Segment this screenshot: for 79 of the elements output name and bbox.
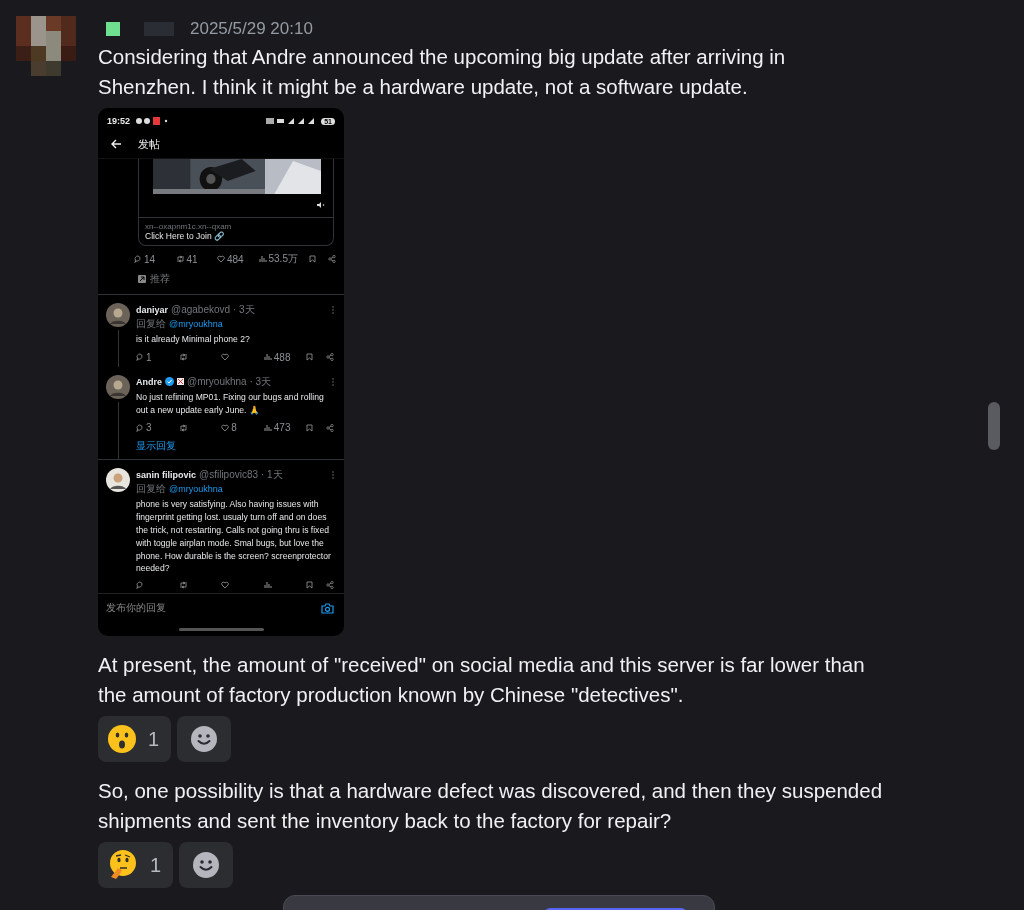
share-icon[interactable]: [325, 581, 334, 590]
add-reaction-button[interactable]: [177, 716, 232, 762]
stat-count: 53.5万: [268, 252, 298, 266]
author-name[interactable]: sanin filipovic: [136, 470, 196, 481]
bookmark-icon[interactable]: [306, 423, 314, 432]
page-title: 发帖: [138, 136, 160, 152]
tweet-text: phone is very satisfying. Also having issues with fingerprint getting lost. usualy turn off and on does the trick, not restarting. Calls not going thru is fixed with toggle airplan mode. Smal bugs, but love the phone. How durable is the screen? screenprotector needed?: [136, 498, 332, 576]
stat-count: 488: [273, 351, 291, 363]
message-text: At present, the amount of "received" on social media and this server is far lower than the amount of factory production known by Chinese "detectives".: [98, 652, 866, 708]
heart-icon[interactable]: [221, 581, 230, 590]
tweet-text: No just refining MP01. Fixing our bugs and rolling out a new update early June. 🙏: [136, 390, 325, 417]
show-replies-link[interactable]: 显示回复: [136, 437, 334, 460]
reply-to-label: 回复给: [136, 317, 166, 331]
retweet-icon[interactable]: [178, 423, 188, 432]
author-handle: @mryoukhna · 3天: [187, 374, 272, 389]
reply-icon[interactable]: [136, 581, 144, 590]
retweet-icon[interactable]: [178, 581, 188, 590]
mention-link[interactable]: @mryoukhna: [169, 484, 223, 495]
thinking-emoji-icon: [108, 850, 138, 880]
message-text: Considering that Andre announced the upcoming big update after arriving in Shenzhen. I think it might be a hardware update, not a software update.: [98, 44, 787, 100]
author-handle: @sfilipovic83 · 1天: [199, 468, 283, 483]
views-icon[interactable]: [263, 353, 272, 362]
reaction-button[interactable]: 1: [98, 842, 174, 888]
scrollbar-thumb[interactable]: [988, 402, 1000, 450]
author-name[interactable]: daniyar: [136, 305, 168, 315]
heart-icon[interactable]: [221, 423, 230, 432]
reply-to-label: 回复给: [136, 482, 166, 497]
author-handle: @agabekovd · 3天: [171, 303, 255, 317]
back-icon[interactable]: [110, 139, 122, 149]
retweet-icon[interactable]: [175, 255, 185, 263]
smiley-icon: [193, 852, 220, 878]
reply-icon[interactable]: [136, 423, 144, 432]
timestamp: 2025/5/29 20:10: [190, 19, 313, 39]
share-icon[interactable]: [327, 255, 336, 263]
home-indicator[interactable]: [178, 627, 264, 631]
heart-icon[interactable]: [217, 255, 225, 263]
trending-icon: [138, 275, 146, 283]
camera-icon[interactable]: [321, 602, 334, 614]
add-reaction-button[interactable]: [179, 842, 234, 888]
link-domain: xn--oxapnm1c.xn--qxam: [145, 222, 233, 231]
stat-count: 3: [146, 422, 152, 434]
avatar-icon[interactable]: [106, 468, 130, 493]
avatar-icon[interactable]: [106, 303, 130, 327]
recommended-label: 推荐: [150, 272, 170, 286]
tweet-text: is it already Minimal phone 2?: [136, 333, 251, 346]
heart-icon[interactable]: [221, 353, 230, 362]
views-icon[interactable]: [258, 255, 267, 263]
views-icon[interactable]: [263, 581, 272, 590]
role-icon: [106, 22, 120, 36]
phone-screenshot[interactable]: [98, 108, 344, 636]
author-name[interactable]: Andre: [136, 376, 162, 387]
stat-count: 484: [227, 253, 244, 265]
bookmark-icon[interactable]: [306, 581, 314, 590]
views-icon[interactable]: [263, 423, 272, 432]
mention-link[interactable]: @mryoukhna: [169, 319, 223, 329]
retweet-icon[interactable]: [178, 353, 188, 362]
surprised-emoji-icon: [108, 725, 136, 753]
share-icon[interactable]: [325, 353, 334, 362]
reply-icon[interactable]: [134, 255, 142, 263]
speaker-icon[interactable]: [316, 201, 325, 209]
reaction-button[interactable]: 1: [98, 716, 172, 762]
signal-icons: [266, 117, 317, 125]
reply-field[interactable]: 发布你的回复: [106, 601, 166, 615]
stat-count: 14: [144, 253, 156, 265]
smiley-icon: [191, 726, 218, 752]
user-avatar[interactable]: [16, 16, 76, 76]
avatar-icon[interactable]: [106, 374, 130, 399]
stat-count: 41: [186, 253, 198, 265]
stat-count: 1: [146, 351, 152, 363]
join-link[interactable]: Click Here to Join 🔗: [145, 231, 327, 241]
verified-icon: [165, 377, 174, 387]
stat-count: 8: [231, 422, 237, 434]
bookmark-icon[interactable]: [306, 353, 314, 362]
reply-icon[interactable]: [136, 353, 144, 362]
stat-count: 473: [273, 422, 291, 434]
status-time: 19:52: [107, 116, 131, 126]
message-text: So, one possibility is that a hardware defect was discovered, and then they suspended shipments and sent the inventory back to the factory for repair?: [98, 778, 884, 834]
bookmark-icon[interactable]: [309, 255, 317, 263]
share-icon[interactable]: [325, 423, 334, 432]
